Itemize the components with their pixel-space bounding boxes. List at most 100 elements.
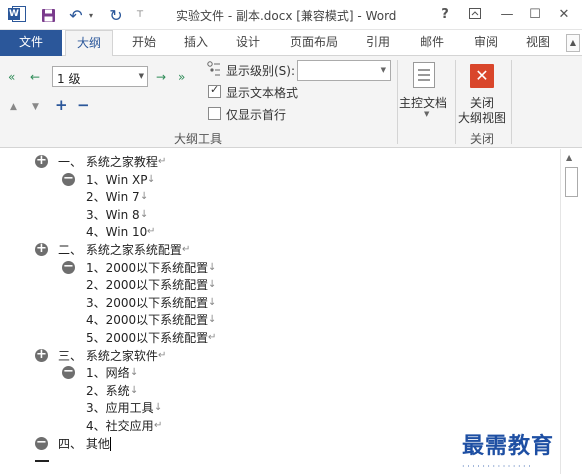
collapse-circle-icon[interactable]: − <box>62 365 75 380</box>
outline-subitem[interactable]: 3、应用工具 ↓ <box>0 399 540 417</box>
outline-level-select[interactable]: 1 级 ▼ <box>52 66 148 87</box>
show-text-format-checkbox[interactable]: ✓ <box>208 83 221 98</box>
redo-icon[interactable]: ↻ <box>106 5 126 25</box>
outline-heading[interactable]: + 二、 系统之家系统配置 ↵ <box>0 241 540 259</box>
paragraph-mark: ↓ <box>208 279 217 291</box>
expand-circle-icon[interactable]: + <box>35 348 48 362</box>
tab-references[interactable]: 引用 <box>360 30 396 56</box>
save-icon[interactable] <box>38 5 58 25</box>
outline-subitem[interactable]: 4、2000以下系统配置 ↓ <box>0 311 540 329</box>
collapse-circle-icon[interactable]: − <box>35 436 48 450</box>
outline-heading[interactable]: + 一、 系统之家教程 ↵ <box>0 153 540 171</box>
master-document-icon[interactable] <box>413 62 435 88</box>
heading-level-marker <box>35 460 49 462</box>
outline-subitem[interactable]: 4、社交应用 ↵ <box>0 417 540 435</box>
scroll-up-icon[interactable]: ▲ <box>566 153 572 162</box>
outline-subitem[interactable]: 4、Win 10 ↵ <box>0 223 540 241</box>
show-level-select[interactable]: ▼ <box>297 60 391 81</box>
tab-mailings[interactable]: 邮件 <box>414 30 450 56</box>
paragraph-mark: ↓ <box>154 402 163 414</box>
outline-text: 1、2000以下系统配置 <box>86 260 209 275</box>
collapse-circle-icon[interactable]: − <box>62 260 75 274</box>
ribbon-tabs: 文件 大纲 开始 插入 设计 页面布局 引用 邮件 审阅 视图 ▲ <box>0 30 582 57</box>
tab-start[interactable]: 开始 <box>126 30 162 56</box>
paragraph-mark: ↵ <box>147 226 156 238</box>
tab-layout[interactable]: 页面布局 <box>282 30 346 56</box>
close-outline-line2[interactable]: 大纲视图 <box>458 109 506 126</box>
move-down-icon[interactable]: ▼ <box>32 100 39 114</box>
close-outline-view-icon[interactable]: ✕ <box>470 64 494 88</box>
collapse-circle-icon[interactable]: − <box>62 172 75 186</box>
outline-text: 二、 系统之家系统配置 <box>58 243 182 257</box>
paragraph-mark: ↵ <box>208 332 217 343</box>
expand-icon[interactable]: + <box>55 98 68 113</box>
paragraph-mark: ↵ <box>154 420 163 431</box>
outline-text: 三、 系统之家软件 <box>58 348 158 363</box>
paragraph-mark: ↵ <box>158 156 167 167</box>
tab-insert[interactable]: 插入 <box>178 30 214 56</box>
demote-icon[interactable]: → <box>156 70 166 84</box>
outline-subitem[interactable]: −1、Win XP ↓ <box>0 171 540 189</box>
promote-to-heading1-icon[interactable]: « <box>8 70 15 84</box>
outline-text: 1、网络 <box>86 366 130 381</box>
expand-circle-icon[interactable]: + <box>35 154 48 168</box>
tab-outline[interactable]: 大纲 <box>65 30 113 57</box>
word-logo-icon[interactable]: W <box>8 5 28 25</box>
show-level-label: 显示级别(S): <box>226 64 296 78</box>
divider <box>397 60 398 144</box>
outline-text: 2、Win 7 <box>86 190 140 205</box>
ribbon-scroll-right-icon[interactable]: ▲ <box>566 34 580 52</box>
outline-text: 4、2000以下系统配置 <box>86 313 209 328</box>
outline-subitem[interactable]: −1、2000以下系统配置 ↓ <box>0 259 540 277</box>
outline-subitem[interactable]: 3、2000以下系统配置 ↓ <box>0 294 540 312</box>
outline-subitem[interactable]: 2、2000以下系统配置 ↓ <box>0 276 540 294</box>
demote-to-body-icon[interactable]: » <box>178 70 185 84</box>
help-button[interactable]: ? <box>434 5 456 25</box>
customize-quick-access-icon[interactable]: ⊤ <box>132 5 148 25</box>
vertical-scrollbar[interactable]: ▲ <box>560 149 582 474</box>
maximize-button[interactable]: ☐ <box>524 5 546 25</box>
chevron-down-icon: ▼ <box>138 72 144 80</box>
show-text-format-label: 显示文本格式 <box>226 86 299 100</box>
show-first-line-label: 仅显示首行 <box>226 108 287 122</box>
move-up-icon[interactable]: ▲ <box>10 100 17 114</box>
outline-subitem[interactable]: −1、网络 ↓ <box>0 364 540 382</box>
tab-design[interactable]: 设计 <box>230 30 266 56</box>
outline-subitem[interactable]: 2、系统 ↓ <box>0 382 540 400</box>
scroll-thumb[interactable] <box>565 167 578 197</box>
divider <box>511 60 512 144</box>
outline-subitem[interactable]: 5、2000以下系统配置 ↵ <box>0 329 540 347</box>
undo-dropdown-icon[interactable]: ▾ <box>86 5 96 25</box>
chevron-down-icon[interactable]: ▼ <box>424 110 429 118</box>
divider <box>455 60 456 144</box>
master-document-button[interactable]: 主控文档 <box>399 94 447 111</box>
checkmark-icon: ✓ <box>210 83 220 96</box>
outline-text: 4、社交应用 <box>86 419 154 433</box>
paragraph-mark: ↓ <box>140 208 149 220</box>
window-title: 实验文件 - 副本.docx [兼容模式] - Word <box>176 9 397 23</box>
ribbon-outline: « ← 1 级 ▼ → » ▲ ▼ + − 显示级别(S): ▼ ✓ 显示文本格… <box>0 56 582 148</box>
document-outline[interactable]: + 一、 系统之家教程 ↵ −1、Win XP ↓ 2、Win 7 ↓ 3、Win 8 ↓ 4、W… <box>0 149 560 474</box>
outline-heading[interactable]: − 四、 其他 <box>0 435 540 453</box>
outline-text: 5、2000以下系统配置 <box>86 331 209 345</box>
minimize-button[interactable]: — <box>496 5 518 25</box>
outline-text: 3、2000以下系统配置 <box>86 295 209 310</box>
expand-circle-icon[interactable]: + <box>35 242 48 256</box>
tab-view[interactable]: 视图 <box>520 30 556 56</box>
tab-file[interactable]: 文件 <box>0 30 62 56</box>
outline-heading[interactable]: + 三、 系统之家软件 ↵ <box>0 347 540 365</box>
tab-review[interactable]: 审阅 <box>468 30 504 56</box>
promote-icon[interactable]: ← <box>30 70 40 84</box>
paragraph-mark: ↓ <box>208 261 217 273</box>
show-first-line-checkbox[interactable] <box>208 107 221 120</box>
outline-subitem[interactable]: 3、Win 8 ↓ <box>0 206 540 224</box>
ribbon-display-options-button[interactable] <box>464 5 486 25</box>
paragraph-mark: ↓ <box>130 367 139 379</box>
outline-level-value: 1 级 <box>57 72 81 86</box>
undo-icon[interactable]: ↶ <box>66 5 86 25</box>
collapse-icon[interactable]: − <box>77 98 90 113</box>
close-button[interactable]: ✕ <box>553 5 575 25</box>
paragraph-mark: ↓ <box>208 314 217 326</box>
outline-text: 四、 其他 <box>58 436 110 451</box>
outline-subitem[interactable]: 2、Win 7 ↓ <box>0 188 540 206</box>
